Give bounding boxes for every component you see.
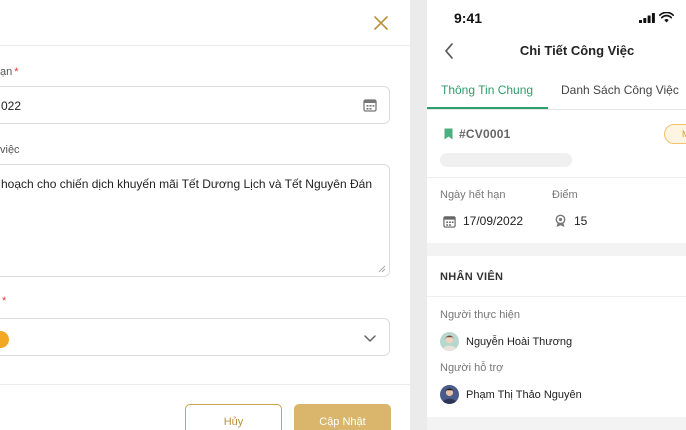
active-tab-indicator xyxy=(427,107,548,109)
bookmark-icon xyxy=(444,128,453,140)
avatar xyxy=(440,332,459,351)
due-date-label: Ngày hết hạn xyxy=(440,189,506,201)
due-date-input[interactable]: 022 xyxy=(0,86,390,124)
tag-field-label: * xyxy=(0,295,6,307)
signal-icon xyxy=(639,12,655,23)
chevron-down-icon[interactable] xyxy=(363,331,377,345)
close-icon xyxy=(374,16,388,30)
page-title: Chi Tiết Công Việc xyxy=(519,43,635,58)
status-time: 9:41 xyxy=(454,10,483,26)
avatar-photo-icon xyxy=(440,385,459,404)
due-date-display: 17/09/2022 xyxy=(443,214,523,228)
due-date-label-text: ạn xyxy=(0,66,13,78)
due-date-value: 022 xyxy=(1,99,22,113)
task-name-placeholder xyxy=(440,153,572,167)
staff-divider xyxy=(427,296,686,297)
cancel-button[interactable]: Hủy xyxy=(185,404,282,430)
task-code: #CV0001 xyxy=(459,127,511,141)
status-bar: 9:41 xyxy=(427,0,686,34)
supporter-row[interactable]: Phạm Thị Thảo Nguyên xyxy=(440,385,582,404)
required-marker: * xyxy=(2,295,7,307)
tab-bar: Thông Tin Chung Danh Sách Công Việc xyxy=(427,70,686,110)
edit-task-modal: ạn * 022 việc hoạch cho chiến dịch khuyến… xyxy=(0,0,410,430)
task-detail-screen: 9:41 Chi Tiết Công Việc Thông Tin Chung … xyxy=(427,0,686,430)
wifi-icon xyxy=(659,12,674,23)
calendar-icon[interactable] xyxy=(363,98,377,112)
tab-task-list[interactable]: Danh Sách Công Việc xyxy=(561,83,679,97)
screen: ạn * 022 việc hoạch cho chiến dịch khuyến… xyxy=(0,0,686,430)
supporter-name: Phạm Thị Thảo Nguyên xyxy=(466,388,582,401)
award-medal-icon xyxy=(555,214,566,227)
nav-bar: Chi Tiết Công Việc xyxy=(427,34,686,70)
resize-handle-icon[interactable] xyxy=(378,265,386,273)
assignee-row[interactable]: Nguyễn Hoài Thương xyxy=(440,332,572,351)
staff-section-title: NHÂN VIÊN xyxy=(440,271,504,283)
calendar-icon xyxy=(443,215,456,228)
assignee-name: Nguyễn Hoài Thương xyxy=(466,335,573,348)
tag-select[interactable]: nh xyxy=(0,318,390,356)
description-value: hoạch cho chiến dịch khuyến mãi Tết Dươn… xyxy=(1,177,373,191)
tab-general-info[interactable]: Thông Tin Chung xyxy=(441,83,533,97)
supporter-label: Người hỗ trợ xyxy=(440,362,504,374)
priority-badge: M xyxy=(664,124,686,144)
points-display: 15 xyxy=(554,214,587,228)
card-divider xyxy=(427,177,686,178)
assignee-label: Người thực hiện xyxy=(440,309,521,321)
update-button[interactable]: Cập Nhật xyxy=(294,404,391,430)
due-date-value: 17/09/2022 xyxy=(463,214,524,228)
required-marker: * xyxy=(14,66,19,78)
description-textarea[interactable]: hoạch cho chiến dịch khuyến mãi Tết Dươn… xyxy=(0,164,390,277)
avatar xyxy=(440,385,459,404)
modal-header-divider xyxy=(0,45,410,46)
selected-tag-pill: nh xyxy=(0,331,9,348)
task-code-row: #CV0001 xyxy=(444,127,510,141)
status-icons xyxy=(639,12,674,23)
description-label-text: việc xyxy=(0,144,20,156)
close-button[interactable] xyxy=(368,10,394,36)
points-value: 15 xyxy=(574,214,588,228)
description-field-label: việc xyxy=(0,144,20,156)
modal-footer-divider xyxy=(0,384,410,385)
points-label: Điểm xyxy=(552,189,578,201)
due-date-field-label: ạn * xyxy=(0,66,19,78)
avatar-photo-icon xyxy=(440,332,459,351)
